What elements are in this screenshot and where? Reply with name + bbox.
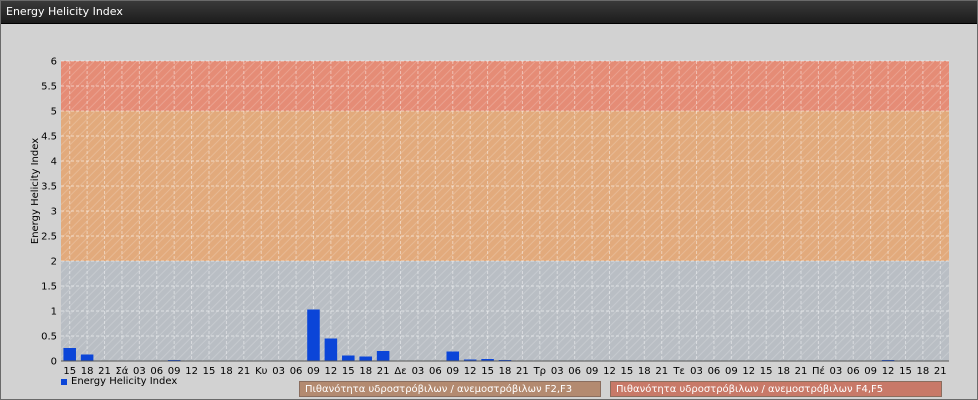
x-tick-label: Πέ [812,365,825,377]
x-tick-label: 18 [917,366,930,377]
x-tick-label: Τρ [533,366,546,377]
y-axis-label: Energy Helicity Index [30,138,41,244]
y-tick-label: 3.5 [41,182,57,193]
bar-18 [376,351,390,361]
x-tick-label: 18 [359,366,372,377]
y-tick-label: 5 [51,107,57,118]
x-tick-label: 12 [603,366,616,377]
x-tick-label: 15 [899,366,912,377]
y-tick-label: 1 [51,307,57,318]
x-tick-label: 03 [690,366,703,377]
y-tick-label: 3 [51,207,57,218]
bar-15 [324,338,338,361]
x-tick-label: 12 [185,366,198,377]
x-tick-label: 06 [568,366,581,377]
x-tick-label: 06 [847,366,860,377]
x-tick-label: 06 [429,366,442,377]
y-tick-label: 2 [51,257,57,268]
x-tick-label: 09 [864,366,877,377]
x-tick-label: 21 [655,366,668,377]
x-tick-label: 15 [342,366,355,377]
x-tick-label: 12 [325,366,338,377]
bar-1 [80,354,94,361]
x-tick-label: 18 [499,366,512,377]
y-tick-label: 1.5 [41,282,57,293]
bar-16 [342,355,355,361]
series-legend-label: Energy Helicity Index [71,376,178,387]
x-tick-label: 21 [516,366,529,377]
y-tick-label: 6 [51,57,57,68]
x-tick-label: 21 [237,366,250,377]
x-tick-label: 06 [290,366,303,377]
bar-22 [446,351,460,361]
chart-svg: 00.511.522.533.544.555.5615 18 21 Σά 03 06 09 1… [30,57,949,377]
x-tick-label: 18 [777,366,790,377]
y-tick-label: 4 [51,157,57,168]
x-tick-label: Τε [672,366,685,377]
x-tick-label: 15 [760,366,773,377]
x-tick-label: 12 [882,366,895,377]
x-tick-label: 03 [272,366,285,377]
x-tick-label: 21 [795,366,808,377]
y-tick-label: 2.5 [41,232,57,243]
risk-legend-f4-f5: Πιθανότητα υδροστρόβιλων / ανεμοστρόβιλω… [610,381,942,397]
y-tick-label: 0 [51,357,57,368]
x-tick-label: 21 [934,366,947,377]
x-tick-label: 09 [725,366,738,377]
risk-legend-f2-f3: Πιθανότητα υδροστρόβιλων / ανεμοστρόβιλω… [299,381,601,397]
bar-14 [307,309,320,361]
x-tick-label: 06 [708,366,721,377]
y-tick-label: 4.5 [41,132,57,143]
bar-0 [63,348,76,361]
x-tick-label: 15 [621,366,634,377]
x-tick-label: 03 [412,366,425,377]
x-tick-label: 09 [446,366,459,377]
risk-legend-f2-f3-label: Πιθανότητα υδροστρόβιλων / ανεμοστρόβιλω… [305,384,573,395]
series-legend: Energy Helicity Index [61,376,177,387]
y-tick-label: 0.5 [41,332,57,343]
x-tick-label: 12 [464,366,477,377]
x-tick-label: 15 [203,366,216,377]
bar-17 [359,356,372,361]
risk-legend-f4-f5-label: Πιθανότητα υδροστρόβιλων / ανεμοστρόβιλω… [616,384,884,395]
x-tick-label: 09 [586,366,599,377]
x-tick-label: 18 [220,366,233,377]
series-legend-swatch [61,378,67,385]
y-tick-label: 5.5 [41,82,57,93]
x-tick-label: Κυ [255,366,268,377]
x-tick-label: Δε [394,366,406,377]
x-tick-label: 21 [377,366,390,377]
x-tick-label: 03 [551,366,564,377]
x-tick-label: 03 [829,366,842,377]
x-tick-label: 09 [307,366,320,377]
x-tick-label: 15 [481,366,494,377]
chart-window: Energy Helicity Index 0 0.5 1 1.5 2 2.5 3 3.5 4 4… [0,0,978,400]
x-tick-label: 12 [742,366,755,377]
x-tick-label: 18 [638,366,651,377]
